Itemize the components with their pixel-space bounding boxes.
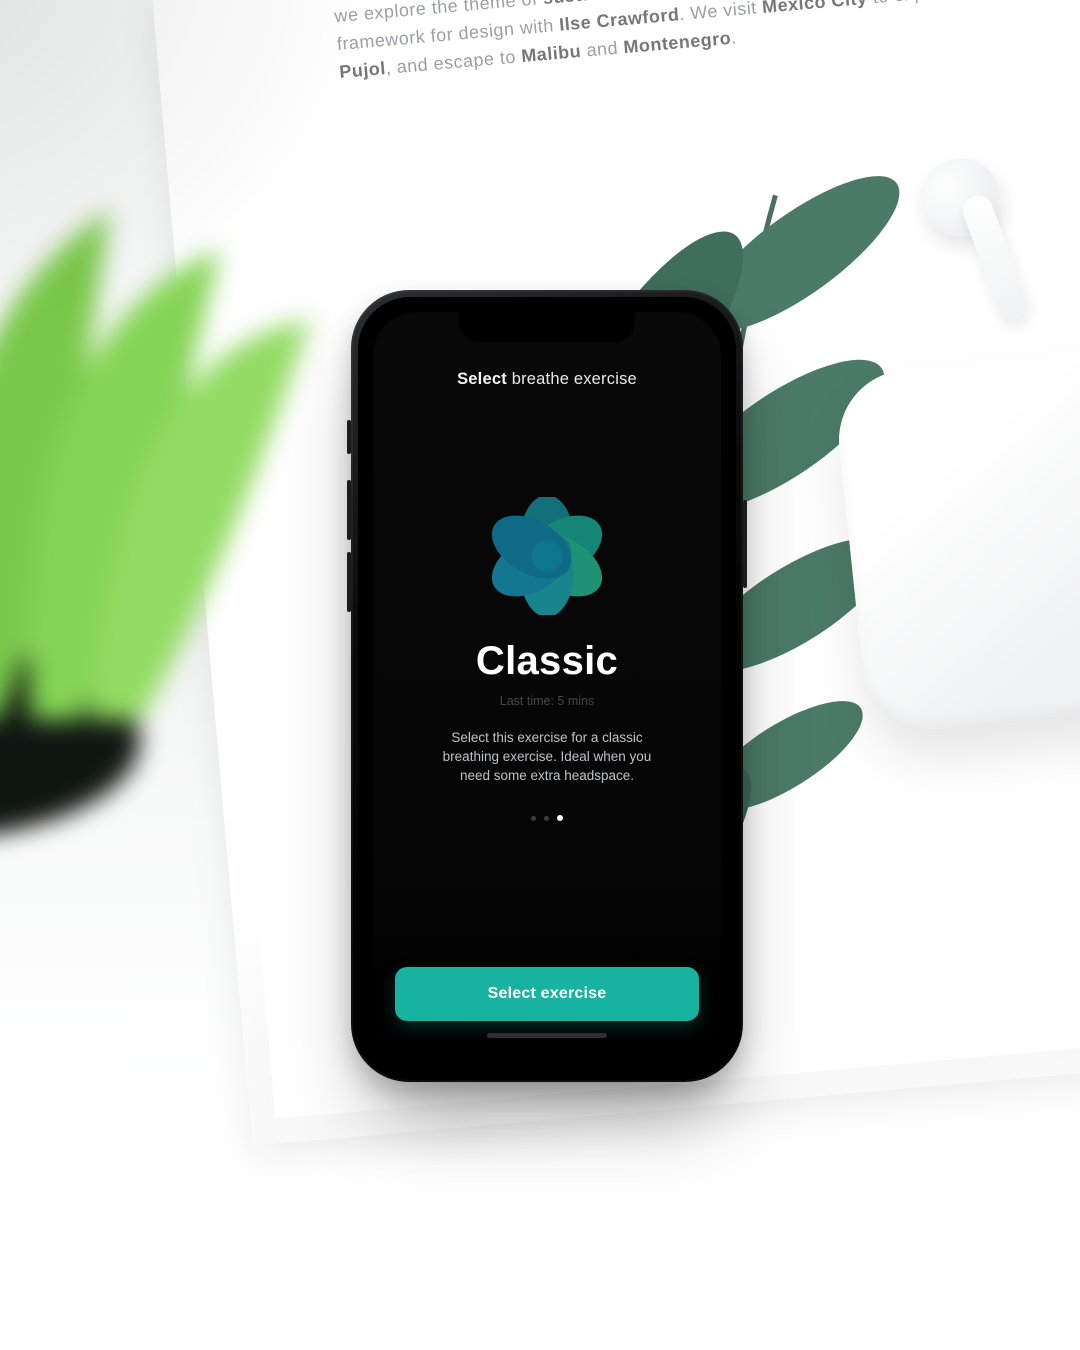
page-dot-1[interactable] xyxy=(544,816,549,821)
exercise-title: Classic xyxy=(476,639,618,684)
breathe-flower-icon xyxy=(488,497,606,615)
airpods-case-prop xyxy=(832,344,1080,735)
screen-title: Select breathe exercise xyxy=(395,370,699,389)
home-indicator[interactable] xyxy=(487,1033,607,1038)
app-screen: Select breathe exercise xyxy=(373,312,721,1060)
screen-title-bold: Select xyxy=(457,370,507,388)
exercise-card[interactable]: Classic Last time: 5 mins Select this ex… xyxy=(395,497,699,821)
phone-device: Select breathe exercise xyxy=(351,290,743,1082)
exercise-description: Select this exercise for a classic breat… xyxy=(427,728,667,785)
page-dot-0[interactable] xyxy=(531,816,536,821)
screen-title-rest: breathe exercise xyxy=(507,370,637,388)
photo-scene: we explore the theme of sustainability, … xyxy=(0,0,1080,1350)
phone-notch xyxy=(459,312,635,342)
exercise-last-time: Last time: 5 mins xyxy=(500,694,594,708)
select-exercise-button[interactable]: Select exercise xyxy=(395,967,699,1021)
